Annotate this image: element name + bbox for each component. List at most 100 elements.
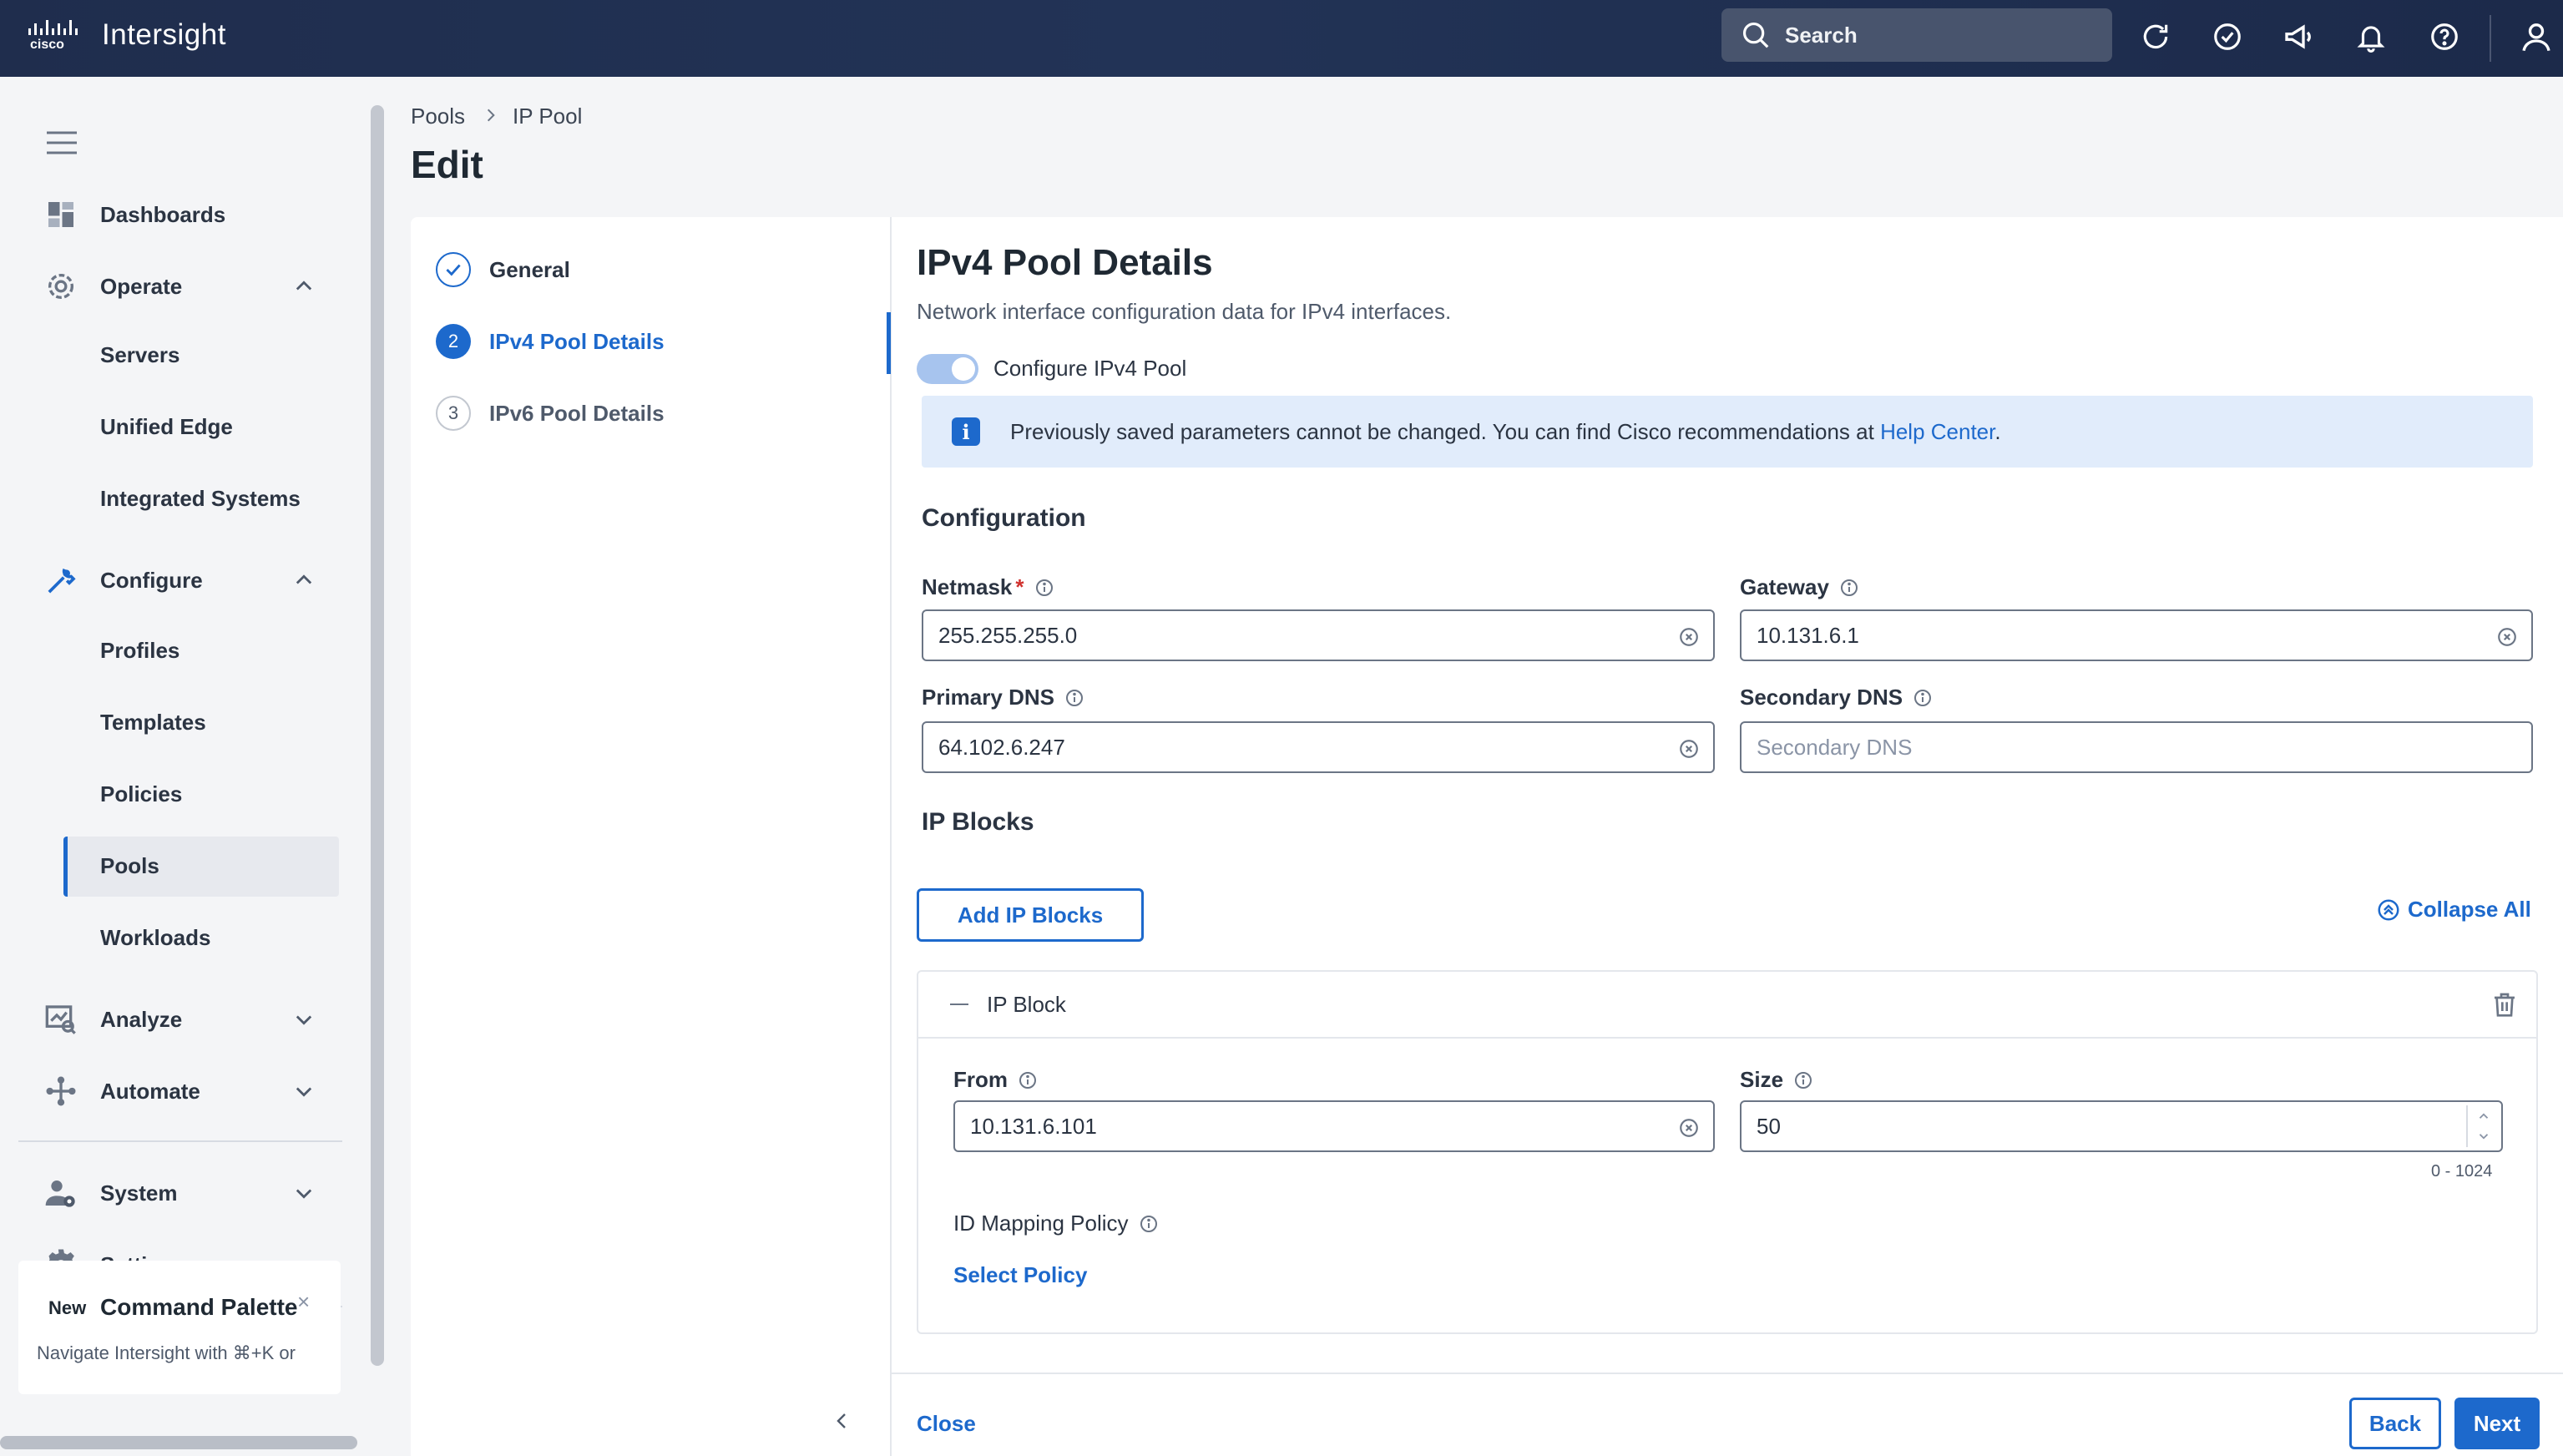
netmask-input[interactable] xyxy=(938,623,1661,648)
ip-block-header[interactable]: IP Block xyxy=(918,972,2536,1039)
number-stepper-arrows[interactable] xyxy=(2466,1105,2498,1147)
step-number: 3 xyxy=(436,396,471,431)
size-range-hint: 0 - 1024 xyxy=(2431,1162,2493,1180)
info-circle-icon[interactable] xyxy=(1139,1214,1159,1234)
chevron-left-icon[interactable] xyxy=(832,1411,852,1431)
nav-workloads[interactable]: Workloads xyxy=(100,925,210,951)
check-circle-icon xyxy=(436,252,471,287)
hamburger-menu-icon[interactable] xyxy=(45,130,78,155)
close-button[interactable]: Close xyxy=(917,1411,976,1437)
gateway-field[interactable] xyxy=(1740,609,2533,661)
info-circle-icon[interactable] xyxy=(1793,1070,1813,1090)
nav-pools[interactable]: Pools xyxy=(100,853,159,879)
nav-policies[interactable]: Policies xyxy=(100,781,182,807)
nav-configure-label: Configure xyxy=(100,567,203,593)
step-ipv4-pool-details[interactable]: 2 IPv4 Pool Details xyxy=(436,324,665,359)
help-icon[interactable] xyxy=(2424,17,2464,57)
nav-operate[interactable]: Operate xyxy=(0,257,364,316)
brand[interactable]: cisco Intersight xyxy=(27,18,226,52)
nav-servers[interactable]: Servers xyxy=(100,342,179,368)
search-icon xyxy=(1742,22,1769,48)
tasks-check-icon[interactable] xyxy=(2207,17,2247,57)
nav-configure[interactable]: Configure xyxy=(0,551,364,609)
user-icon[interactable] xyxy=(2516,17,2556,57)
section-title: IPv4 Pool Details xyxy=(917,242,1213,283)
clear-icon[interactable] xyxy=(1678,738,1700,760)
cisco-logo: cisco xyxy=(28,20,78,52)
nav-profiles[interactable]: Profiles xyxy=(100,638,179,664)
ip-block-title: IP Block xyxy=(987,992,1066,1017)
info-circle-icon[interactable] xyxy=(1034,578,1054,598)
clear-icon[interactable] xyxy=(1678,1117,1700,1139)
active-step-indicator xyxy=(887,312,891,374)
close-icon[interactable]: × xyxy=(297,1289,310,1315)
step-ipv6-pool-details[interactable]: 3 IPv6 Pool Details xyxy=(436,396,665,431)
breadcrumb-pools[interactable]: Pools xyxy=(411,104,465,129)
clear-icon[interactable] xyxy=(2496,626,2518,648)
nav-operate-label: Operate xyxy=(100,273,183,299)
primary-dns-label-text: Primary DNS xyxy=(922,685,1054,710)
info-icon: i xyxy=(952,417,980,446)
refresh-icon[interactable] xyxy=(2136,17,2176,57)
bell-icon[interactable] xyxy=(2351,17,2391,57)
info-circle-icon[interactable] xyxy=(1839,578,1859,598)
stepper-down-icon[interactable] xyxy=(2476,1129,2491,1144)
help-center-link[interactable]: Help Center xyxy=(1880,419,1994,444)
sidebar: Dashboards Operate Servers Unified Edge … xyxy=(0,77,364,1456)
sidebar-divider xyxy=(18,1140,342,1142)
toggle-knob xyxy=(952,357,975,381)
nav-dashboards[interactable]: Dashboards xyxy=(0,185,364,244)
collapse-all-link[interactable]: Collapse All xyxy=(2376,897,2531,923)
nav-analyze[interactable]: Analyze xyxy=(0,990,364,1049)
select-policy-link[interactable]: Select Policy xyxy=(953,1262,1087,1288)
topbar-divider xyxy=(2490,15,2491,62)
configure-ipv4-toggle[interactable] xyxy=(917,354,978,384)
operate-icon xyxy=(42,267,80,306)
size-stepper[interactable] xyxy=(1740,1100,2503,1152)
nav-automate-label: Automate xyxy=(100,1078,200,1104)
top-bar: cisco Intersight Search xyxy=(0,0,2563,77)
info-circle-icon[interactable] xyxy=(1018,1070,1038,1090)
id-mapping-policy-label: ID Mapping Policy xyxy=(953,1211,1159,1236)
announcement-icon[interactable] xyxy=(2279,17,2319,57)
trash-icon[interactable] xyxy=(2491,990,2518,1019)
netmask-label: Netmask * xyxy=(922,574,1054,600)
horizontal-scrollbar[interactable] xyxy=(0,1436,357,1449)
nav-dashboards-label: Dashboards xyxy=(100,201,226,227)
add-ip-blocks-button[interactable]: Add IP Blocks xyxy=(917,888,1144,942)
nav-unified-edge[interactable]: Unified Edge xyxy=(100,414,233,440)
primary-dns-field[interactable] xyxy=(922,721,1715,773)
step-general[interactable]: General xyxy=(436,252,570,287)
info-circle-icon[interactable] xyxy=(1913,688,1933,708)
secondary-dns-field[interactable] xyxy=(1740,721,2533,773)
from-field[interactable] xyxy=(953,1100,1715,1152)
netmask-field[interactable] xyxy=(922,609,1715,661)
back-button[interactable]: Back xyxy=(2349,1398,2441,1449)
required-mark: * xyxy=(1015,574,1024,599)
size-input[interactable] xyxy=(1757,1114,2449,1139)
secondary-dns-label-text: Secondary DNS xyxy=(1740,685,1903,710)
info-circle-icon[interactable] xyxy=(1064,688,1084,708)
gateway-input[interactable] xyxy=(1757,623,2480,648)
nav-templates[interactable]: Templates xyxy=(100,710,206,736)
size-label: Size xyxy=(1740,1067,1813,1093)
search-box[interactable]: Search xyxy=(1721,8,2112,62)
from-input[interactable] xyxy=(970,1114,1661,1139)
nav-system[interactable]: System xyxy=(0,1164,364,1222)
nav-system-label: System xyxy=(100,1180,178,1206)
nav-analyze-label: Analyze xyxy=(100,1006,183,1032)
analyze-icon xyxy=(42,1000,80,1039)
next-button[interactable]: Next xyxy=(2454,1398,2540,1449)
stepper-up-icon[interactable] xyxy=(2476,1109,2491,1124)
step-ipv4-label: IPv4 Pool Details xyxy=(489,328,665,354)
secondary-dns-input[interactable] xyxy=(1757,735,2480,760)
nav-integrated-systems[interactable]: Integrated Systems xyxy=(100,486,301,512)
collapse-dash-icon[interactable] xyxy=(950,1004,968,1005)
primary-dns-input[interactable] xyxy=(938,735,1661,760)
search-label: Search xyxy=(1785,22,1858,48)
nav-automate[interactable]: Automate xyxy=(0,1062,364,1120)
clear-icon[interactable] xyxy=(1678,626,1700,648)
sidebar-scrollbar[interactable] xyxy=(371,105,384,1366)
command-palette-card[interactable]: New Command Palette × Navigate Intersigh… xyxy=(18,1261,341,1394)
secondary-dns-label: Secondary DNS xyxy=(1740,685,1933,710)
